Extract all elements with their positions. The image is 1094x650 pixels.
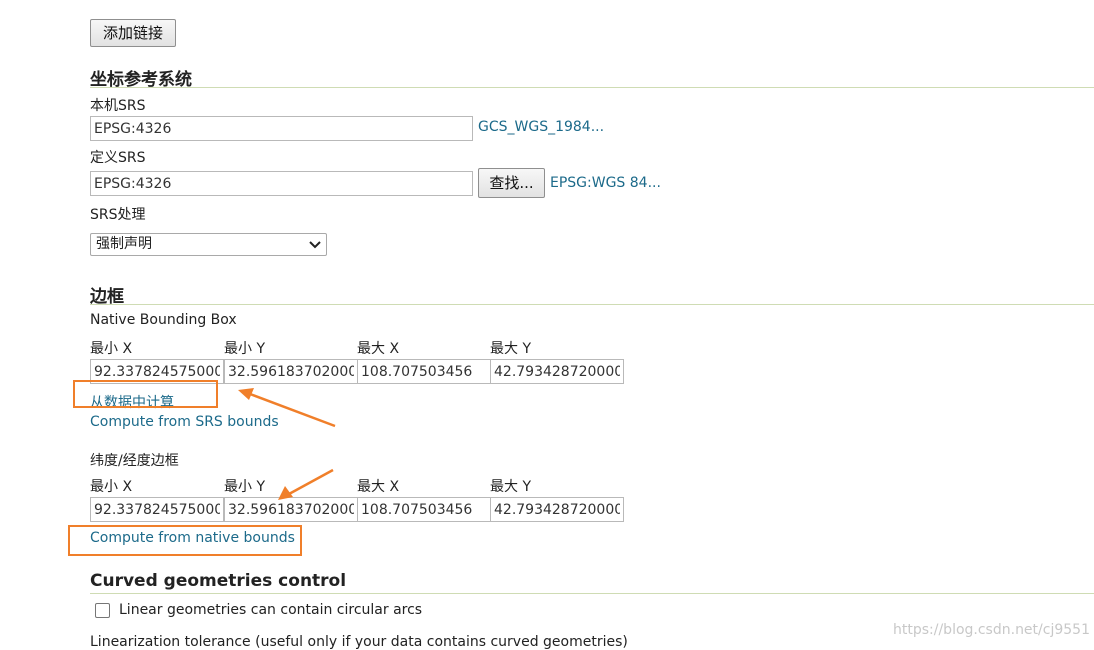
- latlon-maxx-input[interactable]: [357, 497, 491, 522]
- latlon-minx-header: 最小 X: [90, 479, 133, 495]
- declared-srs-link[interactable]: EPSG:WGS 84...: [550, 175, 661, 191]
- native-srs-input[interactable]: [90, 116, 473, 141]
- native-miny-header: 最小 Y: [224, 341, 266, 357]
- native-bbox-label: Native Bounding Box: [90, 312, 237, 328]
- bbox-section-rule: [90, 304, 1094, 305]
- watermark-text: https://blog.csdn.net/cj9551: [893, 622, 1090, 638]
- native-maxy-header: 最大 Y: [490, 341, 532, 357]
- crs-section-rule: [90, 87, 1094, 88]
- circular-arcs-label: Linear geometries can contain circular a…: [119, 602, 423, 618]
- native-srs-label: 本机SRS: [90, 98, 146, 114]
- native-srs-link[interactable]: GCS_WGS_1984...: [478, 119, 604, 135]
- srs-handling-label: SRS处理: [90, 207, 146, 223]
- curved-section-title: Curved geometries control: [90, 571, 347, 591]
- native-maxy-input[interactable]: [490, 359, 624, 384]
- arrow-to-latlon-miny: [288, 468, 334, 496]
- annotation-box-compute-native: [68, 525, 302, 556]
- latlon-maxx-header: 最大 X: [357, 479, 400, 495]
- latlon-bbox-label: 纬度/经度边框: [90, 453, 179, 469]
- latlon-miny-header: 最小 Y: [224, 479, 266, 495]
- latlon-maxy-input[interactable]: [490, 497, 624, 522]
- annotation-box-compute-data: [73, 380, 218, 408]
- latlon-minx-input[interactable]: [90, 497, 224, 522]
- declared-srs-input[interactable]: [90, 171, 473, 196]
- native-miny-input[interactable]: [224, 359, 358, 384]
- srs-handling-select[interactable]: 强制声明: [90, 233, 327, 256]
- native-maxx-input[interactable]: [357, 359, 491, 384]
- compute-from-srs-link[interactable]: Compute from SRS bounds: [90, 414, 279, 430]
- declared-srs-label: 定义SRS: [90, 150, 146, 166]
- find-srs-button[interactable]: 查找...: [478, 168, 545, 198]
- circular-arcs-checkbox[interactable]: [95, 603, 110, 618]
- latlon-miny-input[interactable]: [224, 497, 358, 522]
- chevron-down-icon: [309, 241, 321, 249]
- native-minx-header: 最小 X: [90, 341, 133, 357]
- latlon-maxy-header: 最大 Y: [490, 479, 532, 495]
- srs-handling-selected: 强制声明: [96, 236, 152, 252]
- add-link-button[interactable]: 添加链接: [90, 19, 176, 47]
- curved-section-rule: [90, 593, 1094, 594]
- native-maxx-header: 最大 X: [357, 341, 400, 357]
